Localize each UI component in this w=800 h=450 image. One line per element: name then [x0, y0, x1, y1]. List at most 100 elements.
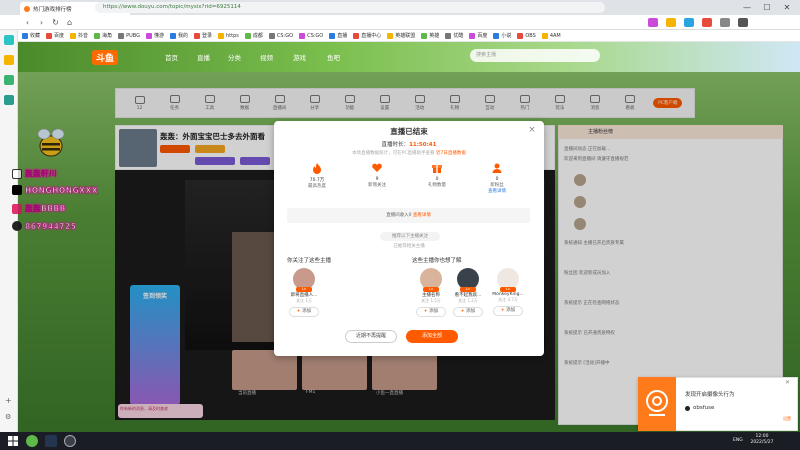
- bookmark-item[interactable]: OBS: [517, 32, 536, 39]
- bookmark-favicon-icon: [169, 32, 176, 39]
- avatar[interactable]: Lv: [293, 268, 315, 292]
- reload-icon[interactable]: ↻: [50, 17, 61, 28]
- add-all-button[interactable]: 添加全部: [406, 330, 458, 343]
- bookmark-item[interactable]: 小说: [493, 32, 511, 39]
- bookmark-item[interactable]: PUBG: [118, 32, 140, 39]
- sidebar-settings-icon[interactable]: ⚙: [5, 413, 11, 421]
- sidebar-app-icon[interactable]: [4, 75, 14, 85]
- revenue-details-link[interactable]: 查看详情: [413, 213, 431, 218]
- notification-settings-link[interactable]: 设置: [783, 416, 791, 422]
- followed-anchor-card: Lv 即将直播人... 关注 1万 + 添加: [284, 268, 324, 317]
- add-button[interactable]: + 添加: [493, 306, 523, 316]
- stream-duration: 直播时长：11:50:41: [274, 140, 544, 148]
- heart-plus-icon: [371, 162, 383, 174]
- dont-remind-button[interactable]: 近期不再提醒: [345, 330, 397, 343]
- bookmark-item[interactable]: 直播: [329, 32, 347, 39]
- add-button[interactable]: + 添加: [416, 307, 446, 317]
- steam-icon[interactable]: [45, 435, 57, 447]
- add-button[interactable]: + 添加: [289, 307, 319, 317]
- taskbar-app-icon[interactable]: [26, 435, 38, 447]
- nav-home[interactable]: 首页: [165, 52, 178, 62]
- bookmark-item[interactable]: 成都: [244, 32, 263, 39]
- bookmark-label: 海角: [102, 33, 113, 39]
- bookmark-item[interactable]: 直播中心: [353, 32, 381, 39]
- extension-icon[interactable]: [702, 18, 712, 27]
- start-icon[interactable]: [8, 436, 18, 446]
- avatar[interactable]: Lv: [497, 268, 519, 292]
- home-icon[interactable]: ⌂: [64, 17, 75, 28]
- bookmark-item[interactable]: 我的: [169, 32, 188, 39]
- maximize-icon[interactable]: ☐: [760, 2, 774, 13]
- recommended-anchor-card: Lv MonkeyKing... 关注 4.7万 + 添加: [488, 268, 528, 316]
- bookmark-label: 百度: [54, 33, 65, 39]
- system-clock[interactable]: 12:00 2022/5/27: [744, 434, 780, 446]
- sidebar-app-icon[interactable]: [4, 95, 14, 105]
- bookmark-item[interactable]: 4AM: [541, 32, 561, 39]
- bookmark-favicon-icon: [299, 32, 306, 39]
- anchor-followers: 关注 1.5万: [421, 298, 441, 303]
- avatar[interactable]: Lv: [420, 268, 442, 292]
- bookmark-item[interactable]: 抖音: [70, 32, 88, 39]
- extension-icon[interactable]: [720, 18, 730, 27]
- menu-icon[interactable]: [738, 18, 748, 27]
- bookmark-favicon-icon: [469, 32, 476, 39]
- avatar[interactable]: Lv: [457, 268, 479, 292]
- bookmark-item[interactable]: CS:GO: [299, 32, 323, 39]
- close-window-icon[interactable]: ✕: [780, 2, 794, 13]
- bookmark-label: PUBG: [126, 32, 140, 39]
- bookmark-item[interactable]: 登录: [194, 32, 212, 39]
- bookmark-item[interactable]: 百度: [469, 32, 487, 39]
- summary-link[interactable]: 近7日直播数据: [436, 151, 466, 156]
- search-input[interactable]: 搜索主播: [470, 49, 600, 62]
- close-icon[interactable]: ×: [527, 125, 537, 135]
- bookmark-favicon-icon: [118, 32, 125, 39]
- sidebar-app-icon[interactable]: [4, 55, 14, 65]
- add-button[interactable]: + 添加: [453, 307, 483, 317]
- input-language[interactable]: ENG: [733, 438, 743, 443]
- nav-game[interactable]: 游戏: [293, 52, 306, 62]
- sidebar-app-icon[interactable]: [4, 35, 14, 45]
- nav-live[interactable]: 直播: [197, 52, 210, 62]
- add-label: 添加: [466, 309, 476, 314]
- bookmark-favicon-icon: [387, 32, 394, 39]
- extension-icon[interactable]: [648, 18, 658, 27]
- nav-fishbar[interactable]: 鱼吧: [327, 52, 340, 62]
- bookmark-label: 英雄联盟: [395, 33, 416, 39]
- summary-line: 本场直播数据统计，可在PC直播助手查看 近7日直播数据: [274, 150, 544, 156]
- nav-video[interactable]: 视频: [260, 52, 273, 62]
- bookmark-item[interactable]: CS:GO: [268, 32, 294, 39]
- bookmark-label: 4AM: [549, 32, 561, 39]
- bookmark-item[interactable]: 英雄: [421, 32, 439, 39]
- clock-date: 2022/5/27: [750, 440, 774, 445]
- bookmark-favicon-icon: [517, 32, 524, 39]
- url-input[interactable]: https://www.douyu.com/topic/mysix?rid=69…: [95, 2, 605, 13]
- bookmark-item[interactable]: 收藏: [22, 32, 40, 39]
- site-logo[interactable]: 斗鱼: [92, 50, 119, 65]
- sidebar-add-icon[interactable]: +: [5, 396, 12, 405]
- forward-icon[interactable]: ›: [36, 17, 47, 28]
- bookmark-item[interactable]: https: [218, 32, 239, 39]
- notification-item: obsfuse: [685, 405, 714, 411]
- notification-close-icon[interactable]: ✕: [785, 379, 790, 386]
- bookmark-favicon-icon: [94, 32, 101, 39]
- bookmark-item[interactable]: 百度: [46, 32, 64, 39]
- extension-icon[interactable]: [666, 18, 676, 27]
- bookmark-label: CS:GO: [276, 32, 294, 39]
- anchor-followers: 关注 4.7万: [498, 297, 518, 302]
- bookmark-item[interactable]: 懂游: [145, 32, 164, 39]
- bookmark-item[interactable]: 英雄联盟: [387, 32, 415, 39]
- bookmark-item[interactable]: 海角: [94, 32, 112, 39]
- minimize-icon[interactable]: —: [740, 2, 754, 13]
- screen: 热门游戏排行榜 ✕ + — ☐ ✕ ‹ › ↻ ⌂ https://www.do…: [0, 0, 800, 450]
- stat-details-link[interactable]: 查看详情: [477, 188, 517, 194]
- user-plus-icon: [491, 162, 503, 174]
- bookmark-item[interactable]: 优酷: [445, 32, 463, 39]
- extension-icon[interactable]: [684, 18, 694, 27]
- nav-category[interactable]: 分类: [228, 52, 241, 62]
- recommended-anchor-card: Lv 主播名称 关注 1.5万 + 添加: [411, 268, 451, 317]
- obs-icon[interactable]: [64, 435, 76, 447]
- back-icon[interactable]: ‹: [22, 17, 33, 28]
- bookmark-favicon-icon: [194, 32, 200, 39]
- bookmark-favicon-icon: [218, 32, 225, 39]
- bookmark-favicon-icon: [46, 32, 53, 39]
